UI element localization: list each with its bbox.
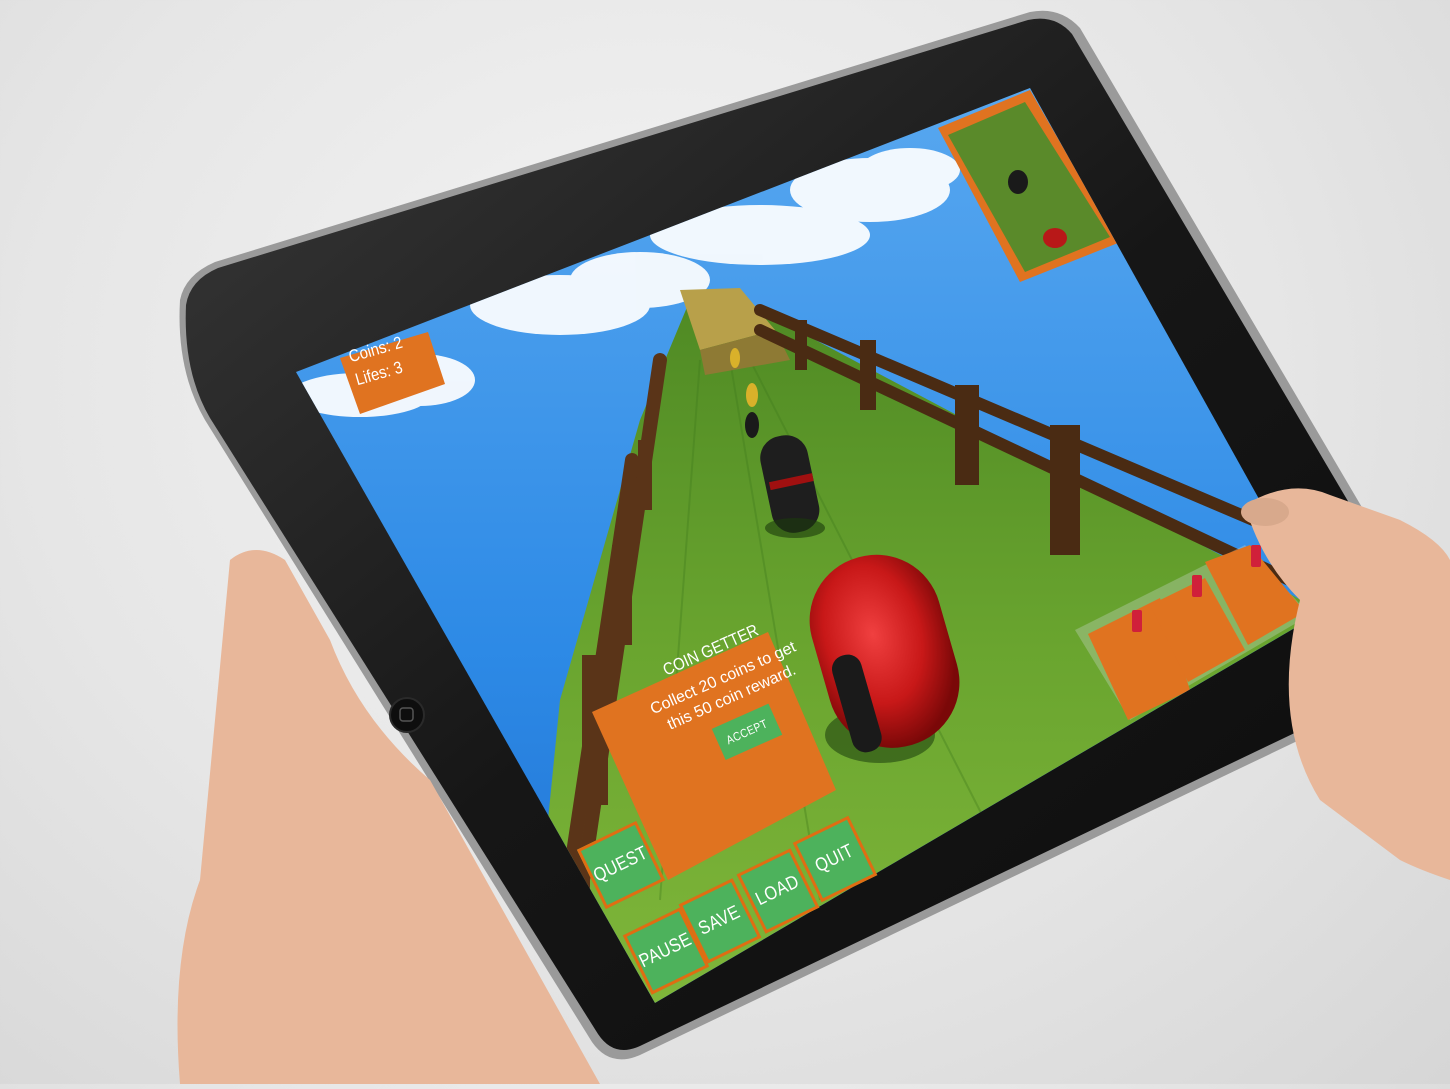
coin-icon (730, 348, 758, 408)
pause-button-label: PAUSE (636, 928, 696, 973)
accept-button-label: ACCEPT (724, 716, 770, 748)
quest-button-label: QUEST (590, 842, 652, 887)
obstacle-cylinder (765, 435, 815, 535)
health-slot-3 (1210, 552, 1270, 637)
quit-button-label: QUIT (812, 840, 858, 877)
minimap (945, 100, 1105, 270)
save-button-label: SAVE (695, 901, 744, 940)
home-button[interactable] (390, 698, 424, 732)
player-ball (820, 560, 940, 750)
health-slot-2 (1155, 585, 1215, 675)
health-slot-1 (1092, 608, 1162, 708)
load-button-label: LOAD (752, 871, 803, 911)
